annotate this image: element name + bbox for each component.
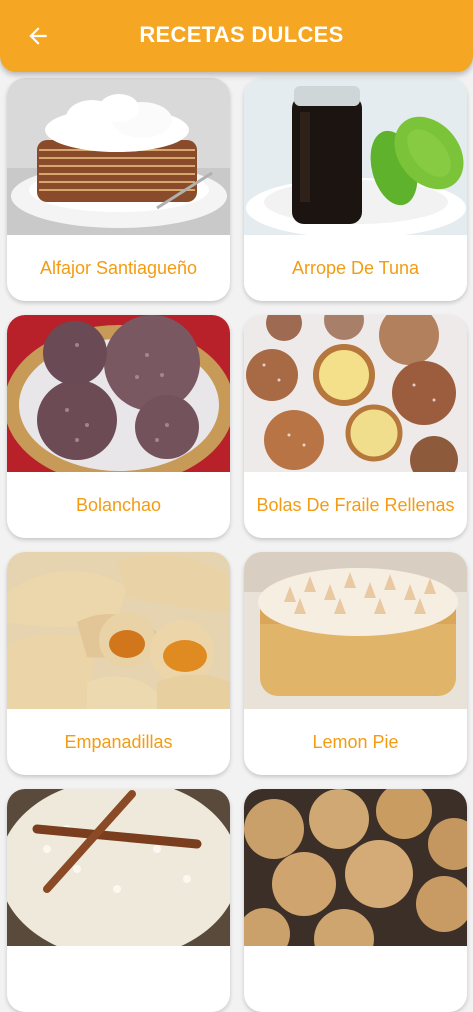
recipe-title: Arrope De Tuna: [291, 258, 420, 278]
recipe-card[interactable]: Arrope De Tuna: [244, 78, 467, 301]
recipe-grid: Alfajor Santiagueño Arrope De Tuna Bolan…: [7, 78, 467, 1012]
recipe-card[interactable]: Alfajor Santiagueño: [7, 78, 230, 301]
recipe-title: [7, 946, 230, 1012]
recipe-title: Empanadillas: [64, 732, 173, 752]
recipe-card[interactable]: Empanadillas: [7, 552, 230, 775]
recipe-title: [244, 946, 467, 1012]
recipe-title: Lemon Pie: [312, 732, 399, 752]
recipe-title: Alfajor Santiagueño: [39, 258, 198, 278]
recipe-card[interactable]: [244, 789, 467, 1012]
recipe-image-lemon-pie: [244, 552, 467, 709]
recipe-image-empanadillas: [7, 552, 230, 709]
recipe-image-arrope: [244, 78, 467, 235]
recipe-image-cookies: [244, 789, 467, 946]
recipe-card[interactable]: Lemon Pie: [244, 552, 467, 775]
app-bar: RECETAS DULCES: [0, 0, 473, 72]
recipe-image-bolas: [244, 315, 467, 472]
recipe-title: Bolas De Fraile Rellenas: [256, 495, 455, 515]
recipe-card[interactable]: Bolanchao: [7, 315, 230, 538]
recipe-card[interactable]: [7, 789, 230, 1012]
page-title: RECETAS DULCES: [139, 22, 344, 47]
recipe-image-rice-pudding: [7, 789, 230, 946]
recipe-title: Bolanchao: [75, 495, 162, 515]
recipe-image-bolanchao: [7, 315, 230, 472]
recipe-image-alfajor: [7, 78, 230, 235]
recipe-card[interactable]: Bolas De Fraile Rellenas: [244, 315, 467, 538]
